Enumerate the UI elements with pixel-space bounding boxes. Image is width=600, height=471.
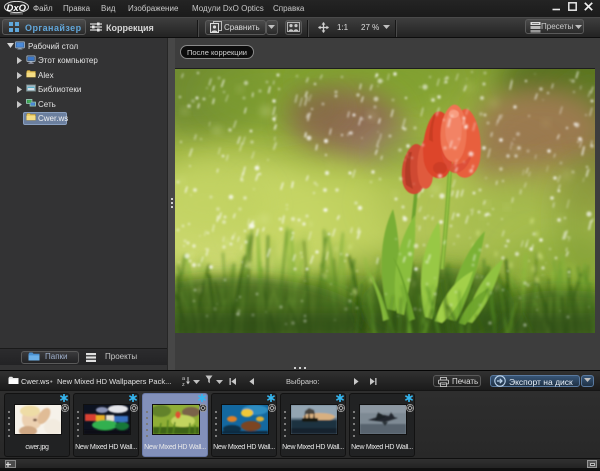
svg-text:DxO: DxO (7, 3, 27, 14)
svg-text:z: z (182, 382, 185, 386)
